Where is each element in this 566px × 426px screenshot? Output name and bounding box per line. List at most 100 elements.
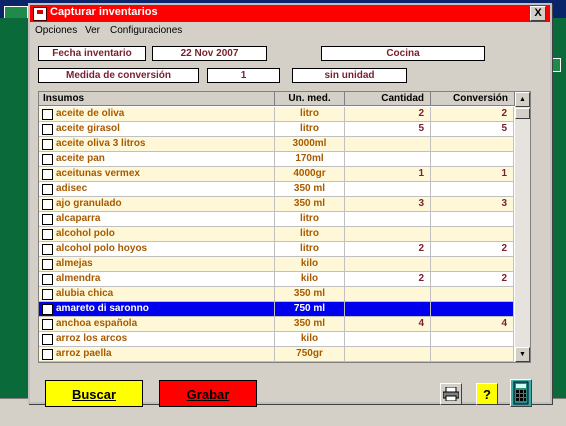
row-checkbox[interactable] (42, 259, 53, 270)
buscar-button[interactable]: Buscar (45, 380, 143, 407)
row-checkbox[interactable] (42, 139, 53, 150)
cantidad-cell[interactable]: 2 (345, 242, 431, 256)
insumo-cell[interactable]: ajo granulado (39, 197, 275, 211)
unit-cell[interactable]: kilo (275, 332, 345, 346)
cantidad-cell[interactable]: 4 (345, 317, 431, 331)
conversion-cell[interactable]: 4 (431, 317, 514, 331)
cantidad-cell[interactable]: 1 (345, 167, 431, 181)
table-row[interactable]: almejas kilo (39, 257, 514, 272)
unit-cell[interactable]: 170ml (275, 152, 345, 166)
row-checkbox[interactable] (42, 169, 53, 180)
unit-cell[interactable]: 4000gr (275, 167, 345, 181)
cantidad-cell[interactable] (345, 137, 431, 151)
table-row[interactable]: alcohol polo litro (39, 227, 514, 242)
menu-opciones[interactable]: Opciones (35, 25, 77, 36)
row-checkbox[interactable] (42, 109, 53, 120)
row-checkbox[interactable] (42, 244, 53, 255)
unit-cell[interactable]: litro (275, 107, 345, 121)
table-row[interactable]: aceitunas vermex 4000gr 1 1 (39, 167, 514, 182)
insumo-cell[interactable]: alubia chica (39, 287, 275, 301)
table-row[interactable]: aceite pan 170ml (39, 152, 514, 167)
insumo-cell[interactable]: aceite girasol (39, 122, 275, 136)
row-checkbox[interactable] (42, 319, 53, 330)
insumo-cell[interactable]: aceite pan (39, 152, 275, 166)
row-checkbox[interactable] (42, 304, 53, 315)
unit-cell[interactable]: 350 ml (275, 182, 345, 196)
row-checkbox[interactable] (42, 229, 53, 240)
conversion-cell[interactable] (431, 212, 514, 226)
unit-cell[interactable]: 350 ml (275, 287, 345, 301)
insumo-cell[interactable]: alcaparra (39, 212, 275, 226)
insumo-cell[interactable]: almendra (39, 272, 275, 286)
insumo-cell[interactable]: alcohol polo hoyos (39, 242, 275, 256)
table-row[interactable]: amareto di saronno 750 ml (39, 302, 514, 317)
fecha-inventario-field[interactable]: 22 Nov 2007 (152, 46, 267, 61)
table-row[interactable]: aceite girasol litro 5 5 (39, 122, 514, 137)
cantidad-cell[interactable] (345, 212, 431, 226)
conversion-cell[interactable] (431, 227, 514, 241)
conversion-cell[interactable] (431, 302, 514, 316)
row-checkbox[interactable] (42, 349, 53, 360)
table-row[interactable]: aceite oliva 3 litros 3000ml (39, 137, 514, 152)
conversion-cell[interactable] (431, 287, 514, 301)
cantidad-cell[interactable]: 3 (345, 197, 431, 211)
cantidad-cell[interactable] (345, 302, 431, 316)
grabar-button[interactable]: Grabar (159, 380, 257, 407)
cantidad-cell[interactable] (345, 152, 431, 166)
medida-conversion-field[interactable]: 1 (207, 68, 280, 83)
cantidad-cell[interactable] (345, 257, 431, 271)
unit-cell[interactable]: 350 ml (275, 317, 345, 331)
insumo-cell[interactable]: almejas (39, 257, 275, 271)
insumo-cell[interactable]: alcohol polo (39, 227, 275, 241)
cantidad-cell[interactable] (345, 227, 431, 241)
menu-ver[interactable]: Ver (85, 25, 100, 36)
column-header-unidad[interactable]: Un. med. (275, 92, 345, 106)
unit-cell[interactable]: litro (275, 122, 345, 136)
menu-configuraciones[interactable]: Configuraciones (110, 25, 182, 36)
table-row[interactable]: alubia chica 350 ml (39, 287, 514, 302)
conversion-cell[interactable]: 1 (431, 167, 514, 181)
conversion-cell[interactable]: 2 (431, 272, 514, 286)
vertical-scrollbar[interactable]: ▲ ▼ (515, 92, 530, 362)
cantidad-cell[interactable]: 2 (345, 272, 431, 286)
scroll-up-button[interactable]: ▲ (515, 92, 530, 107)
conversion-cell[interactable]: 5 (431, 122, 514, 136)
conversion-cell[interactable]: 3 (431, 197, 514, 211)
row-checkbox[interactable] (42, 199, 53, 210)
insumo-cell[interactable]: arroz los arcos (39, 332, 275, 346)
row-checkbox[interactable] (42, 334, 53, 345)
unit-cell[interactable]: 750gr (275, 347, 345, 361)
cantidad-cell[interactable]: 2 (345, 107, 431, 121)
conversion-cell[interactable]: 2 (431, 242, 514, 256)
location-field[interactable]: Cocina (321, 46, 485, 61)
insumo-cell[interactable]: amareto di saronno (39, 302, 275, 316)
unit-cell[interactable]: litro (275, 212, 345, 226)
insumo-cell[interactable]: aceitunas vermex (39, 167, 275, 181)
cantidad-cell[interactable] (345, 332, 431, 346)
insumo-cell[interactable]: aceite de oliva (39, 107, 275, 121)
table-row[interactable]: alcaparra litro (39, 212, 514, 227)
conversion-cell[interactable]: 2 (431, 107, 514, 121)
unit-cell[interactable]: 750 ml (275, 302, 345, 316)
column-header-cantidad[interactable]: Cantidad (345, 92, 431, 106)
column-header-insumos[interactable]: Insumos (39, 92, 275, 106)
row-checkbox[interactable] (42, 289, 53, 300)
conversion-cell[interactable] (431, 182, 514, 196)
table-row[interactable]: almendra kilo 2 2 (39, 272, 514, 287)
cantidad-cell[interactable]: 5 (345, 122, 431, 136)
row-checkbox[interactable] (42, 124, 53, 135)
unit-cell[interactable]: 3000ml (275, 137, 345, 151)
row-checkbox[interactable] (42, 274, 53, 285)
insumo-cell[interactable]: anchoa española (39, 317, 275, 331)
row-checkbox[interactable] (42, 184, 53, 195)
insumo-cell[interactable]: adisec (39, 182, 275, 196)
conversion-cell[interactable] (431, 257, 514, 271)
scroll-thumb[interactable] (515, 108, 530, 119)
unit-cell[interactable]: kilo (275, 257, 345, 271)
conversion-cell[interactable] (431, 347, 514, 361)
conversion-cell[interactable] (431, 152, 514, 166)
table-row[interactable]: adisec 350 ml (39, 182, 514, 197)
close-button[interactable]: X (530, 6, 546, 21)
insumo-cell[interactable]: arroz paella (39, 347, 275, 361)
unit-cell[interactable]: 350 ml (275, 197, 345, 211)
